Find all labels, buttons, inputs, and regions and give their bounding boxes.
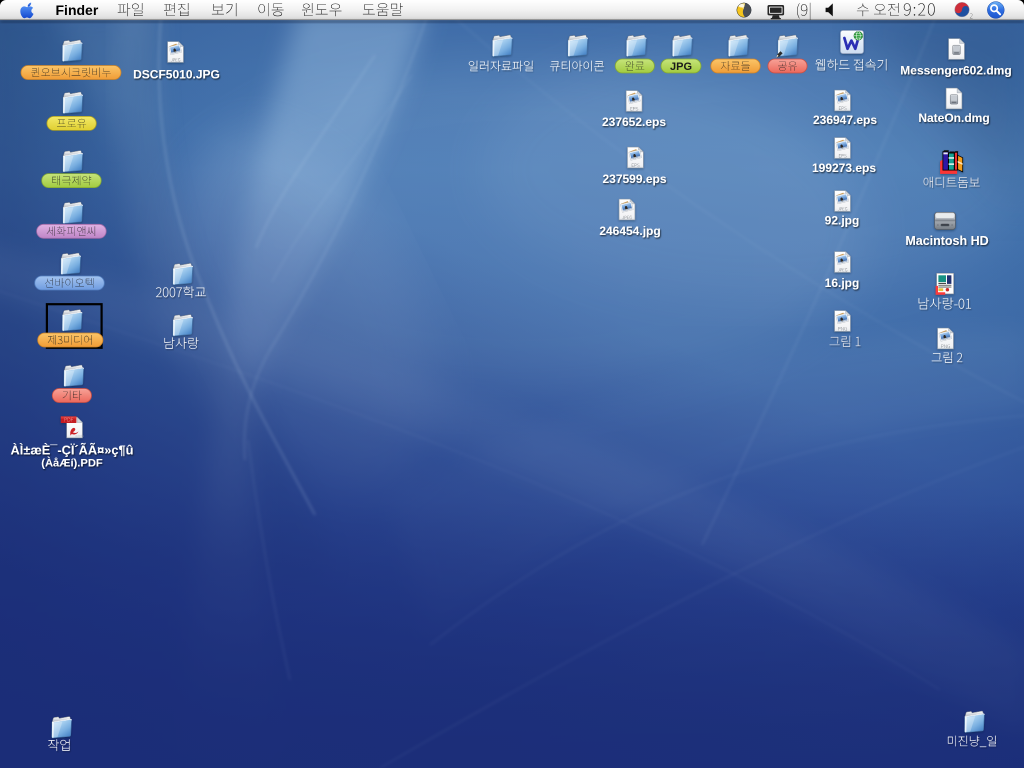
- svg-text:92.jpg: 92.jpg: [825, 214, 860, 228]
- svg-text:(ÀåÆí).PDF: (ÀåÆí).PDF: [41, 457, 103, 470]
- svg-text:Messenger602.dmg: Messenger602.dmg: [900, 64, 1011, 78]
- svg-text:Finder: Finder: [56, 2, 99, 18]
- svg-text:236947.eps: 236947.eps: [813, 113, 877, 127]
- svg-text:237599.eps: 237599.eps: [602, 172, 666, 186]
- svg-text:199273.eps: 199273.eps: [812, 161, 876, 175]
- svg-text:16.jpg: 16.jpg: [825, 276, 860, 290]
- svg-text:JPG: JPG: [670, 61, 692, 73]
- svg-text:Macintosh HD: Macintosh HD: [905, 234, 988, 248]
- svg-text:DSCF5010.JPG: DSCF5010.JPG: [133, 67, 220, 81]
- svg-text:246454.jpg: 246454.jpg: [599, 224, 660, 238]
- svg-text:237652.eps: 237652.eps: [602, 115, 666, 129]
- svg-text:ÀÌ±æÈ¯-ÇÏ´ÃÃ¤»ç¶û: ÀÌ±æÈ¯-ÇÏ´ÃÃ¤»ç¶û: [11, 443, 134, 458]
- svg-text:NateOn.dmg: NateOn.dmg: [918, 111, 989, 125]
